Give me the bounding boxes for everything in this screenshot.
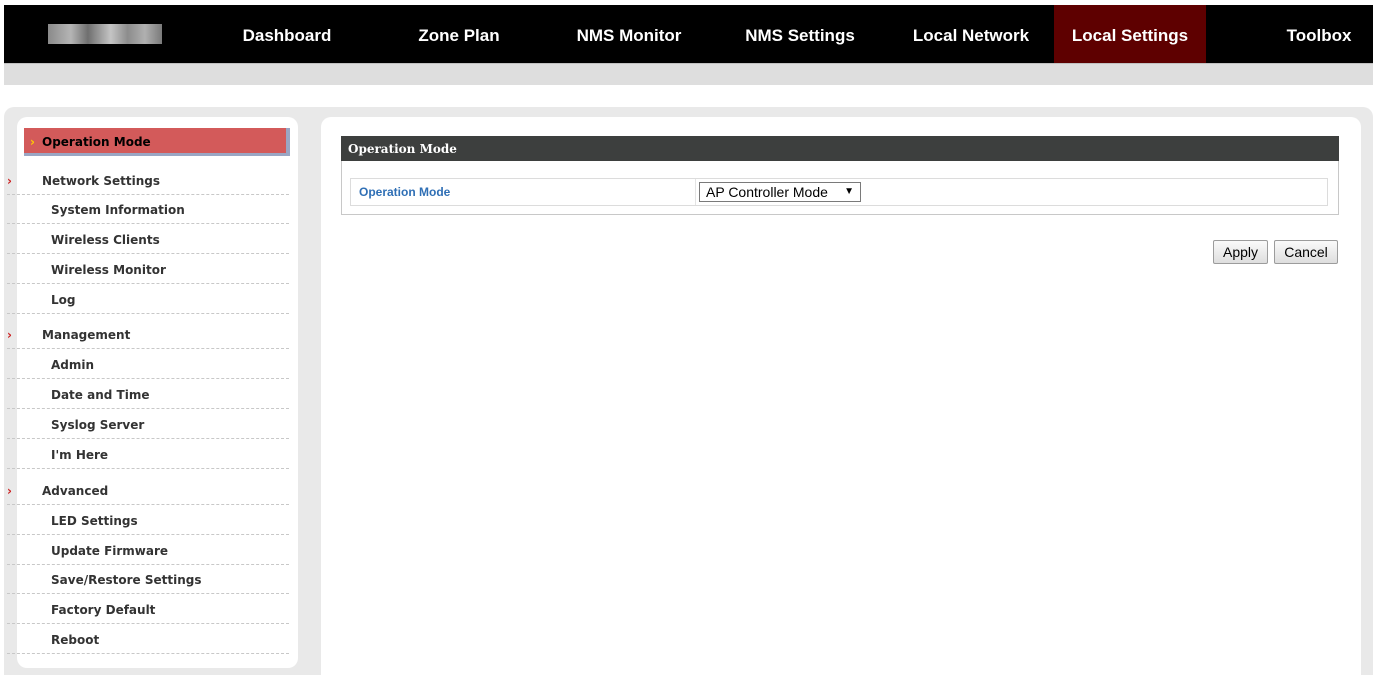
chevron-right-icon: ›	[7, 484, 12, 498]
sidebar-item-log[interactable]: Log	[7, 284, 289, 314]
sidebar-item-reboot[interactable]: Reboot	[7, 624, 289, 654]
chevron-right-icon: ›	[7, 328, 12, 342]
sidebar-section-advanced[interactable]: › Advanced	[7, 475, 289, 505]
chevron-right-icon: ›	[30, 135, 35, 149]
sidebar-item-label: Advanced	[42, 484, 109, 498]
sidebar-item-update-firmware[interactable]: Update Firmware	[7, 535, 289, 565]
field-divider	[695, 179, 696, 205]
sidebar-item-admin[interactable]: Admin	[7, 349, 289, 379]
nav-toolbox[interactable]: Toolbox	[1269, 5, 1369, 63]
sidebar-item-im-here[interactable]: I'm Here	[7, 439, 289, 469]
nav-local-settings[interactable]: Local Settings	[1054, 5, 1206, 63]
sidebar-item-date-and-time[interactable]: Date and Time	[7, 379, 289, 409]
caret-down-icon: ▼	[844, 186, 854, 197]
sidebar-item-led-settings[interactable]: LED Settings	[7, 505, 289, 535]
chevron-right-icon: ›	[7, 174, 12, 188]
nav-nms-monitor[interactable]: NMS Monitor	[567, 5, 691, 63]
brand-logo[interactable]	[48, 24, 162, 44]
operation-mode-select[interactable]: AP Controller Mode ▼	[699, 182, 861, 202]
operation-mode-label: Operation Mode	[359, 185, 451, 199]
sidebar-item-wireless-monitor[interactable]: Wireless Monitor	[7, 254, 289, 284]
sidebar-item-save-restore-settings[interactable]: Save/Restore Settings	[7, 564, 289, 594]
sidebar-item-wireless-clients[interactable]: Wireless Clients	[7, 224, 289, 254]
sidebar-item-label: Operation Mode	[42, 135, 151, 149]
sidebar-item-operation-mode[interactable]: › Operation Mode	[24, 128, 290, 156]
nav-zone-plan[interactable]: Zone Plan	[409, 5, 509, 63]
top-nav-bar: Dashboard Zone Plan NMS Monitor NMS Sett…	[4, 5, 1373, 63]
apply-button[interactable]: Apply	[1213, 240, 1268, 264]
sidebar-item-factory-default[interactable]: Factory Default	[7, 594, 289, 624]
sidebar-item-label: Management	[42, 328, 131, 342]
sidebar-item-label: Network Settings	[42, 174, 160, 188]
nav-local-network[interactable]: Local Network	[899, 5, 1043, 63]
sub-nav-bar	[4, 63, 1373, 85]
panel-title: Operation Mode	[341, 136, 1339, 161]
nav-nms-settings[interactable]: NMS Settings	[735, 5, 865, 63]
cancel-button[interactable]: Cancel	[1274, 240, 1338, 264]
sidebar-section-network-settings[interactable]: › Network Settings	[7, 165, 289, 195]
select-value: AP Controller Mode	[706, 184, 828, 200]
sidebar-item-system-information[interactable]: System Information	[7, 194, 289, 224]
nav-dashboard[interactable]: Dashboard	[232, 5, 342, 63]
sidebar-item-syslog-server[interactable]: Syslog Server	[7, 409, 289, 439]
sidebar-section-management[interactable]: › Management	[7, 319, 289, 349]
